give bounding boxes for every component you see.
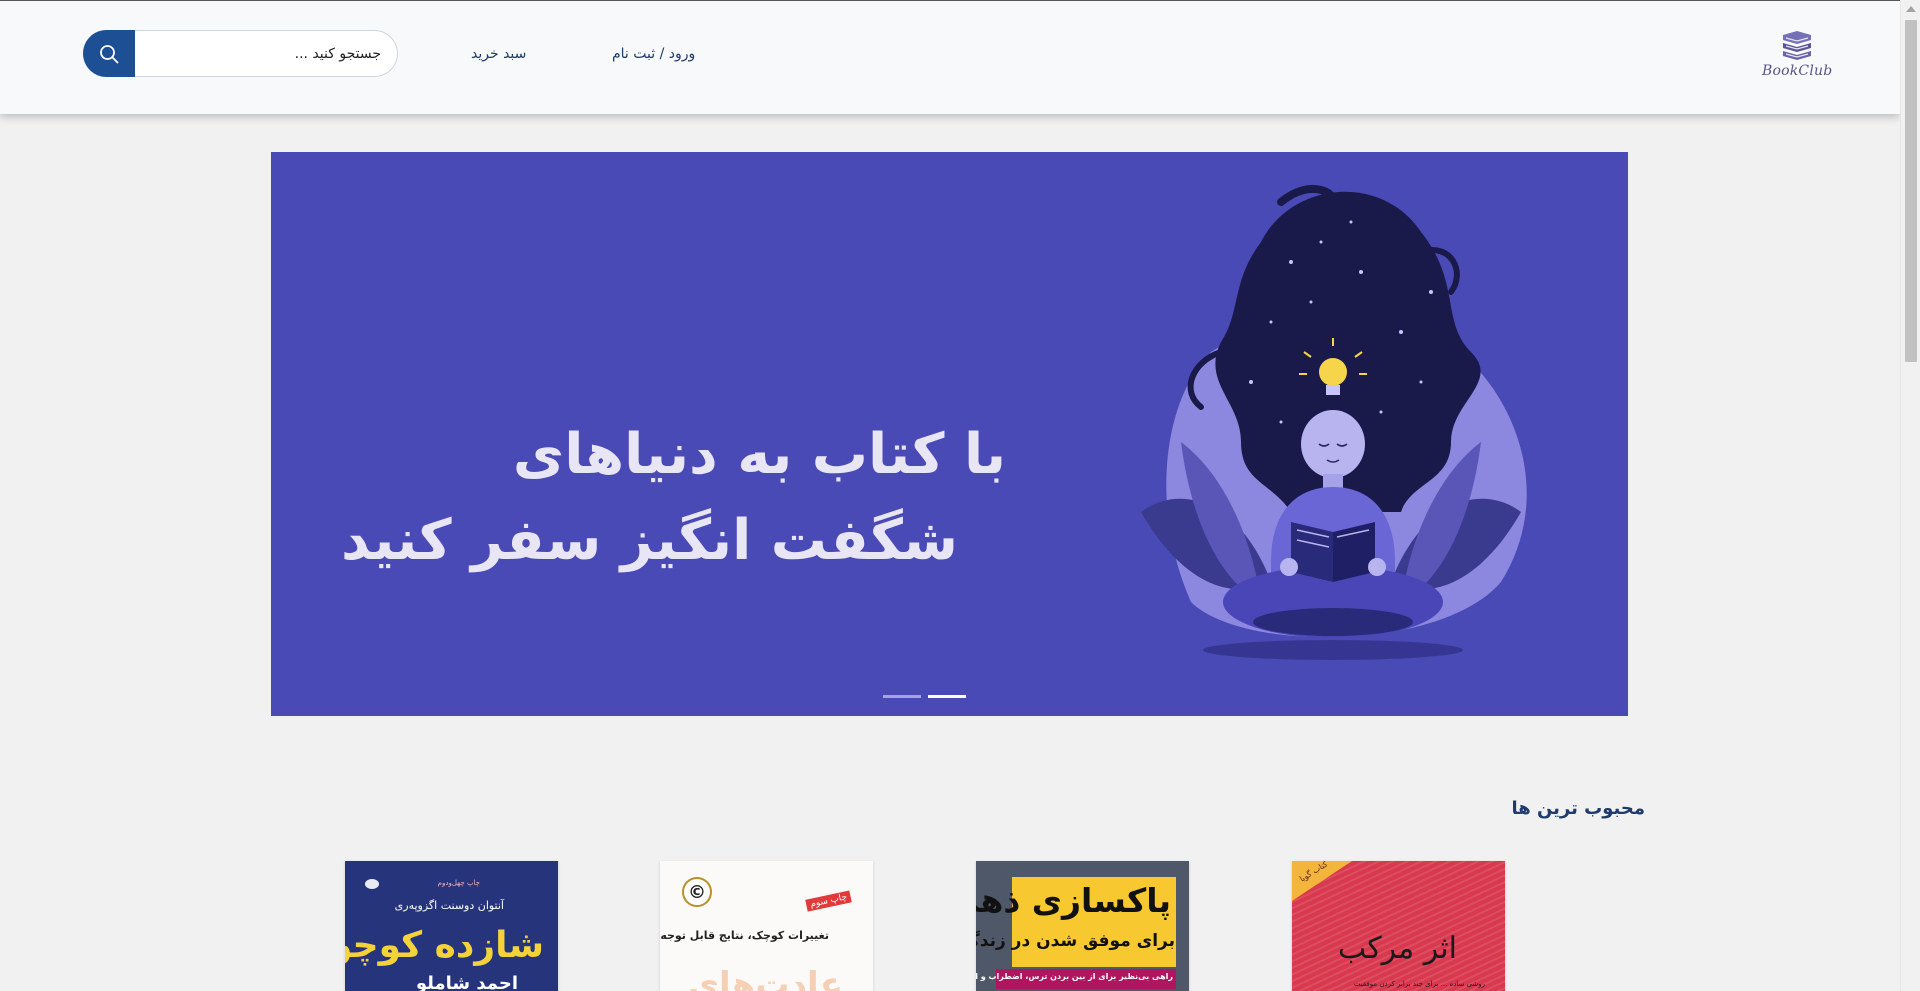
carousel-indicator-1[interactable]	[883, 695, 921, 698]
books-stack-icon	[1783, 31, 1811, 60]
cover-stamp: چاپ سوم	[804, 890, 852, 912]
page-scrollbar[interactable]	[1900, 0, 1920, 991]
cover-title: تغییرات کوچک، نتایج قابل توجه	[660, 929, 829, 942]
scroll-thumb[interactable]	[1905, 20, 1917, 362]
cover-translator: احمد شاملو	[415, 973, 518, 991]
cover-title: پاکسازی ذهن	[976, 881, 1171, 920]
carousel-indicators	[883, 695, 1023, 699]
cover-publisher-mark	[365, 879, 379, 889]
publisher-logo: ©	[682, 877, 712, 907]
cover-title: اثر مرکب	[1337, 931, 1457, 966]
cover-line-2: برای موفق شدن در زندگی	[976, 931, 1175, 951]
hero-line-1: با کتاب به دنیاهای	[512, 422, 1006, 487]
search-icon	[100, 44, 119, 63]
reading-girl-illustration	[1141, 184, 1527, 660]
carousel-indicator-2[interactable]	[928, 695, 966, 698]
cover-author: آنتوان دوسنت اگزوپه‌ری	[394, 899, 504, 912]
cover-line-3: راهی بی‌نظیر برای از بین بردن ترس، اضطرا…	[976, 972, 1173, 981]
cover-pattern	[1292, 861, 1505, 991]
search-box	[83, 30, 398, 77]
site-header: BookClub ورود / ثبت نام سبد خرید	[0, 1, 1900, 114]
login-register-link[interactable]: ورود / ثبت نام	[612, 46, 695, 62]
book-card-compound-effect[interactable]: کتاب گویا اثر مرکب روشی ساده ... برای چن…	[1292, 861, 1505, 991]
scroll-up-arrow-icon[interactable]	[1906, 6, 1916, 12]
book-card-little-prince[interactable]: چاپ چهل‌ودوم آنتوان دوسنت اگزوپه‌ری شازد…	[345, 861, 558, 991]
page: BookClub ورود / ثبت نام سبد خرید با کتاب…	[0, 0, 1900, 991]
cover-big-word: عادت‌های	[687, 965, 843, 991]
book-card-atomic-habits[interactable]: © چاپ سوم تغییرات کوچک، نتایج قابل توجه …	[660, 861, 873, 991]
copyright-icon: ©	[688, 881, 706, 903]
search-button[interactable]	[83, 30, 135, 77]
cover-title: شازده کوچولو	[345, 925, 544, 966]
logo-text: BookClub	[1762, 63, 1833, 79]
search-input[interactable]	[133, 30, 398, 77]
hero-carousel: با کتاب به دنیاهای شگفت انگیز سفر کنید	[271, 152, 1628, 716]
cover-subtitle: روشی ساده ... برای چند برابر کردن موفقیت	[1353, 980, 1485, 988]
hero-line-2: شگفت انگیز سفر کنید	[340, 508, 958, 573]
popular-section-title: محبوب ترین ها	[1511, 798, 1645, 819]
cart-link[interactable]: سبد خرید	[471, 46, 526, 62]
hero-tagline: با کتاب به دنیاهای شگفت انگیز سفر کنید	[341, 412, 1006, 584]
logo[interactable]: BookClub	[1762, 31, 1832, 89]
book-card-mind-cleanse[interactable]: پاکسازی ذهن برای موفق شدن در زندگی راهی …	[976, 861, 1189, 991]
cover-edition: چاپ چهل‌ودوم	[437, 879, 480, 887]
